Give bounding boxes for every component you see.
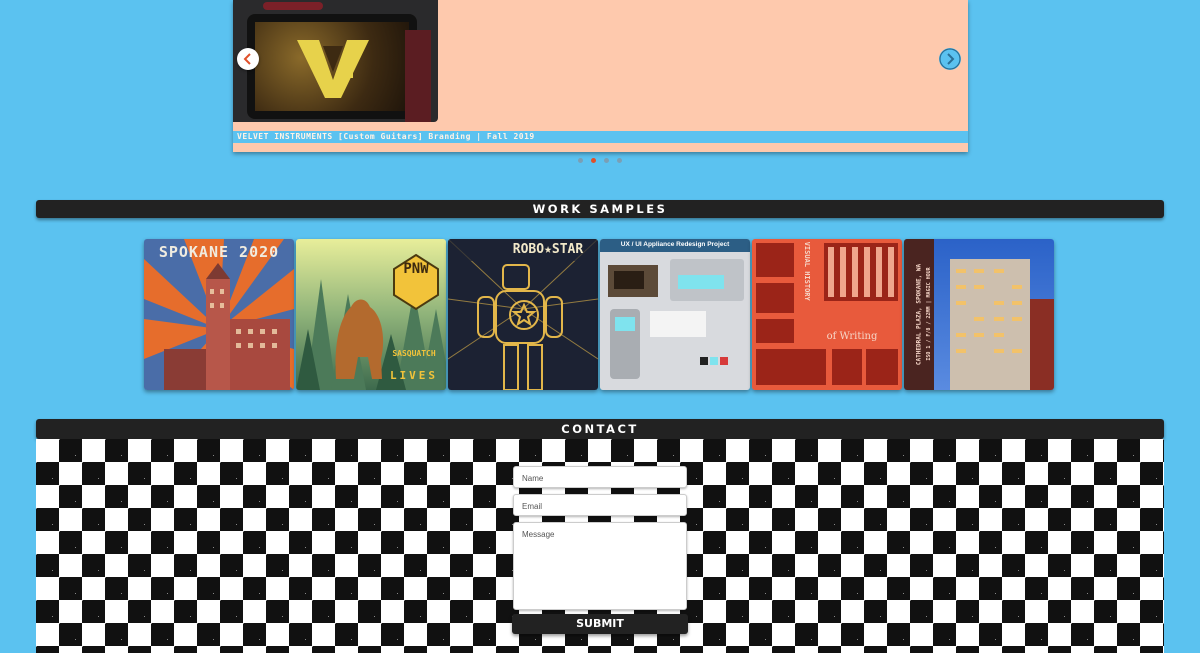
thumb-title: ROBO★STAR [512, 242, 584, 257]
spokane-poster-image [144, 239, 294, 390]
work-samples-gallery: SPOKANE 2020 PNW SASQUATCH LIVES ROBO★ST… [144, 239, 1054, 390]
carousel-next-button[interactable] [939, 48, 961, 70]
work-sample-ux-ui-appliance[interactable]: UX / UI Appliance Redesign Project [600, 239, 750, 390]
tablet-mockup [247, 14, 417, 119]
work-samples-heading: WORK SAMPLES [36, 200, 1164, 218]
carousel-prev-button[interactable] [237, 48, 259, 70]
vi-logo-icon [297, 40, 369, 98]
carousel-dot-active[interactable] [591, 158, 596, 163]
submit-button[interactable]: SUBMIT [512, 614, 688, 634]
work-sample-robo-star[interactable]: ROBO★STAR [448, 239, 598, 390]
chevron-left-icon [243, 53, 251, 65]
thumb-line1: SASQUATCH [392, 349, 436, 358]
guitar-detail [405, 30, 431, 122]
message-field[interactable]: Message [513, 522, 687, 610]
thumb-title: UX / UI Appliance Redesign Project [620, 241, 730, 248]
thumb-subtitle: of Writing [826, 331, 878, 342]
work-sample-spokane-2020[interactable]: SPOKANE 2020 [144, 239, 294, 390]
slide-caption: VELVET INSTRUMENTS [Custom Guitars] Bran… [237, 132, 535, 141]
work-sample-cathedral-plaza[interactable]: CATHEDRAL PLAZA, SPOKANE, WA ISO 1 / F/8… [904, 239, 1054, 390]
name-field[interactable]: Name [513, 466, 687, 488]
slide-caption-bar: VELVET INSTRUMENTS [Custom Guitars] Bran… [233, 131, 968, 143]
work-sample-sasquatch-lives[interactable]: PNW SASQUATCH LIVES [296, 239, 446, 390]
thumb-title: SPOKANE 2020 [158, 243, 280, 261]
contact-heading: CONTACT [36, 419, 1164, 439]
carousel-dot[interactable] [604, 158, 609, 163]
tablet-screen [255, 22, 409, 111]
carousel-dot[interactable] [578, 158, 583, 163]
carousel-dot[interactable] [617, 158, 622, 163]
robo-star-poster-image [448, 239, 598, 390]
cable-decoration [263, 2, 323, 10]
work-sample-visual-history-writing[interactable]: A VISUAL HISTORY of Writing [752, 239, 902, 390]
carousel-dots [578, 158, 622, 163]
email-field[interactable]: Email [513, 494, 687, 516]
slide-image-velvet-instruments[interactable] [233, 0, 438, 122]
thumb-side-text: CATHEDRAL PLAZA, SPOKANE, WA [915, 263, 923, 366]
thumb-badge: PNW [403, 261, 429, 277]
thumb-line2: LIVES [389, 369, 439, 382]
chevron-right-icon [939, 48, 961, 70]
thumb-side-sub: ISO 1 / F/8 / 22MM | MAGIC HOUR [926, 267, 932, 361]
ux-appliance-image [600, 239, 750, 390]
thumb-title: A VISUAL HISTORY [803, 239, 811, 301]
writing-poster-image [752, 239, 902, 390]
portfolio-carousel: VELVET INSTRUMENTS [Custom Guitars] Bran… [233, 0, 968, 152]
